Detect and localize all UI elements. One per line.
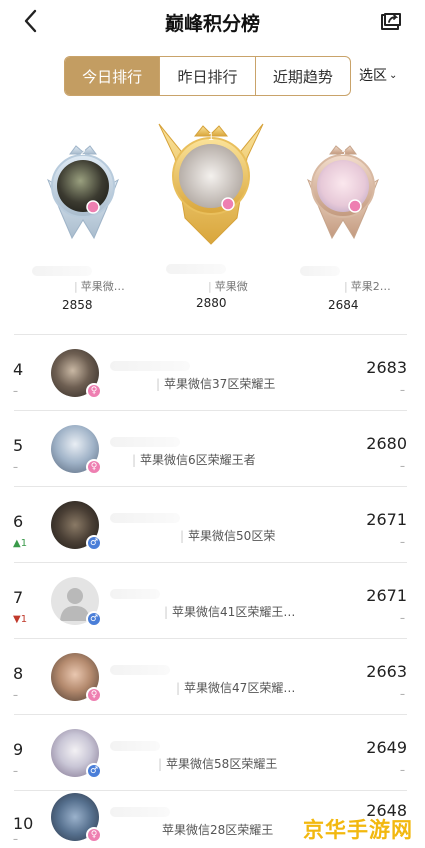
score-change: – [400, 385, 405, 396]
server-name: | 苹果微信37区荣耀王 [156, 377, 276, 391]
female-icon: ♀ [86, 459, 102, 475]
podium-second-score: 2858 [62, 298, 93, 312]
podium-first-score: 2880 [196, 296, 227, 310]
avatar: ♀ [51, 425, 102, 475]
score-change: – [400, 613, 405, 624]
rank-trend: – [13, 462, 18, 473]
podium-first[interactable]: 1 [155, 118, 267, 248]
rank-trend: ▼1 [13, 614, 28, 625]
tab-recent-trend[interactable]: 近期趋势 [256, 57, 350, 95]
podium-second-server: | 苹果微… [74, 280, 125, 293]
bronze-badge-icon: 3 [307, 145, 379, 240]
server-name: | 苹果微信6区荣耀王者 [132, 453, 256, 467]
male-icon: ♂ [86, 535, 102, 551]
svg-text:3: 3 [340, 148, 346, 158]
rank-trend: – [13, 690, 18, 701]
ranking-row[interactable]: 9 – ♂ | 苹果微信58区荣耀王 2649 – [0, 715, 425, 791]
podium-first-server: | 苹果微 [208, 280, 248, 293]
rank-number: 5 [13, 436, 24, 455]
avatar: ♀ [51, 653, 102, 703]
tab-today[interactable]: 今日排行 [65, 57, 161, 95]
rank-number: 10 [13, 814, 34, 833]
ranking-tabs: 今日排行 昨日排行 近期趋势 [64, 56, 351, 96]
score-change: – [400, 689, 405, 700]
female-icon: ♀ [86, 687, 102, 703]
rank-trend: – [13, 834, 18, 845]
male-icon: ♂ [86, 611, 102, 627]
watermark-logo: 京华手游网 [303, 818, 413, 842]
rank-number: 6 [13, 512, 24, 531]
rank-number: 9 [13, 740, 24, 759]
podium-second[interactable]: 2 [42, 140, 124, 244]
rank-trend: – [13, 386, 18, 397]
server-name: | 苹果微信41区荣耀王… [164, 605, 296, 619]
score-change: – [400, 461, 405, 472]
chevron-down-icon: ⌄ [389, 69, 398, 81]
avatar: ♀ [51, 793, 102, 843]
podium-third-server: | 苹果2… [344, 280, 391, 293]
female-icon: ♀ [86, 827, 102, 843]
server-name: | 苹果微信47区荣耀… [176, 681, 296, 695]
score: 2671 [366, 586, 407, 605]
page-title: 巅峰积分榜 [164, 13, 260, 35]
podium-third-score: 2684 [328, 298, 359, 312]
female-icon: ♀ [86, 383, 102, 399]
rank-trend: – [13, 766, 18, 777]
score: 2663 [366, 662, 407, 681]
score: 2671 [366, 510, 407, 529]
rank-number: 7 [13, 588, 24, 607]
server-name: 苹果微信28区荣耀王 [162, 823, 274, 837]
svg-text:1: 1 [208, 132, 214, 143]
avatar: ♂ [51, 577, 102, 627]
score-change: – [400, 765, 405, 776]
top-bar: 巅峰积分榜 [0, 0, 425, 42]
ranking-row[interactable]: 7 ▼1 ♂ | 苹果微信41区荣耀王… 2671 – [0, 563, 425, 639]
score-change: – [400, 537, 405, 548]
ranking-row[interactable]: 5 – ♀ | 苹果微信6区荣耀王者 2680 – [0, 411, 425, 487]
region-label: 选区 [359, 68, 387, 84]
podium-third[interactable]: 3 [302, 140, 384, 244]
server-name: | 苹果微信58区荣耀王 [158, 757, 278, 771]
ranking-row[interactable]: 4 – ♀ | 苹果微信37区荣耀王 2683 – [0, 335, 425, 411]
score: 2683 [366, 358, 407, 377]
rank-trend: ▲1 [13, 538, 28, 549]
avatar: ♀ [51, 349, 102, 399]
share-icon[interactable] [379, 8, 403, 32]
ranking-row[interactable]: 8 – ♀ | 苹果微信47区荣耀… 2663 – [0, 639, 425, 715]
tab-yesterday[interactable]: 昨日排行 [160, 57, 256, 95]
score: 2680 [366, 434, 407, 453]
rank-number: 4 [13, 360, 24, 379]
region-select[interactable]: 选区 ⌄ [359, 65, 397, 85]
male-icon: ♂ [86, 763, 102, 779]
avatar: ♂ [51, 729, 102, 779]
gold-badge-icon: 1 [158, 123, 264, 245]
avatar: ♂ [51, 501, 102, 551]
server-name: | 苹果微信50区荣 [180, 529, 276, 543]
silver-badge-icon: 2 [47, 145, 119, 240]
svg-text:2: 2 [80, 148, 86, 158]
rank-number: 8 [13, 664, 24, 683]
score: 2649 [366, 738, 407, 757]
ranking-row[interactable]: 6 ▲1 ♂ | 苹果微信50区荣 2671 – [0, 487, 425, 563]
